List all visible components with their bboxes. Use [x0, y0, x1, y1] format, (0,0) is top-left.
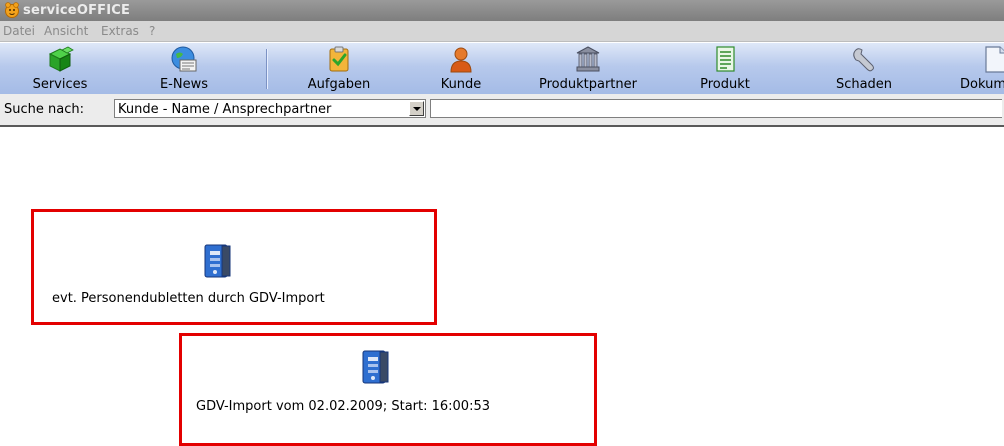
toolbar-button-dokumente[interactable]: Dokume: [930, 43, 1004, 94]
toolbar-label-produktpartner: Produktpartner: [539, 77, 637, 92]
product-sheet-icon: [716, 46, 735, 72]
search-label: Suche nach:: [4, 102, 84, 117]
search-bar: Suche nach: Kunde - Name / Ansprechpartn…: [0, 94, 1004, 127]
search-input[interactable]: [430, 99, 1002, 118]
toolbar-label-aufgaben: Aufgaben: [307, 77, 371, 92]
globe-news-icon: [171, 46, 197, 72]
toolbar-label-produkt: Produkt: [700, 77, 750, 92]
search-mode-value: Kunde - Name / Ansprechpartner: [118, 102, 332, 117]
toolbar-label-schaden: Schaden: [835, 77, 893, 92]
toolbar-button-services[interactable]: Services: [14, 43, 106, 94]
task-clipboard-icon: [329, 46, 349, 72]
bank-building-icon: [576, 46, 600, 72]
toolbar-button-produkt[interactable]: Produkt: [685, 43, 765, 94]
window-title: serviceOFFICE: [23, 3, 131, 18]
toolbar-button-schaden[interactable]: Schaden: [822, 43, 906, 94]
job-label: evt. Personendubletten durch GDV-Import: [52, 291, 325, 306]
toolbar: Services E-News Aufgaben Kunde Produktpa…: [0, 42, 1004, 95]
chevron-down-icon[interactable]: [409, 101, 424, 116]
toolbar-button-enews[interactable]: E-News: [138, 43, 230, 94]
services-cube-icon: [48, 46, 74, 72]
toolbar-button-produktpartner[interactable]: Produktpartner: [528, 43, 648, 94]
job-item-personendubletten[interactable]: evt. Personendubletten durch GDV-Import: [31, 209, 437, 325]
menu-ansicht[interactable]: Ansicht: [44, 24, 88, 38]
toolbar-label-enews: E-News: [159, 77, 209, 92]
binder-icon: [204, 244, 231, 278]
document-icon: [985, 46, 1004, 73]
app-logo-icon: [5, 2, 19, 18]
toolbar-button-kunde[interactable]: Kunde: [421, 43, 501, 94]
toolbar-button-aufgaben[interactable]: Aufgaben: [292, 43, 386, 94]
job-item-gdv-import[interactable]: GDV-Import vom 02.02.2009; Start: 16:00:…: [179, 333, 597, 446]
menu-bar: Datei Ansicht Extras ?: [0, 21, 1004, 42]
menu-datei[interactable]: Datei: [3, 24, 35, 38]
title-bar: serviceOFFICE: [0, 0, 1004, 21]
binder-icon: [362, 350, 389, 384]
toolbar-separator: [266, 49, 268, 89]
job-label: GDV-Import vom 02.02.2009; Start: 16:00:…: [196, 399, 490, 414]
toolbar-label-services: Services: [32, 77, 88, 92]
toolbar-label-dokumente: Dokume: [960, 77, 1004, 92]
search-mode-dropdown[interactable]: Kunde - Name / Ansprechpartner: [114, 99, 426, 118]
wrench-icon: [853, 48, 874, 72]
menu-help[interactable]: ?: [149, 24, 155, 38]
toolbar-label-kunde: Kunde: [440, 77, 482, 92]
customer-person-icon: [450, 47, 472, 73]
menu-extras[interactable]: Extras: [101, 24, 139, 38]
